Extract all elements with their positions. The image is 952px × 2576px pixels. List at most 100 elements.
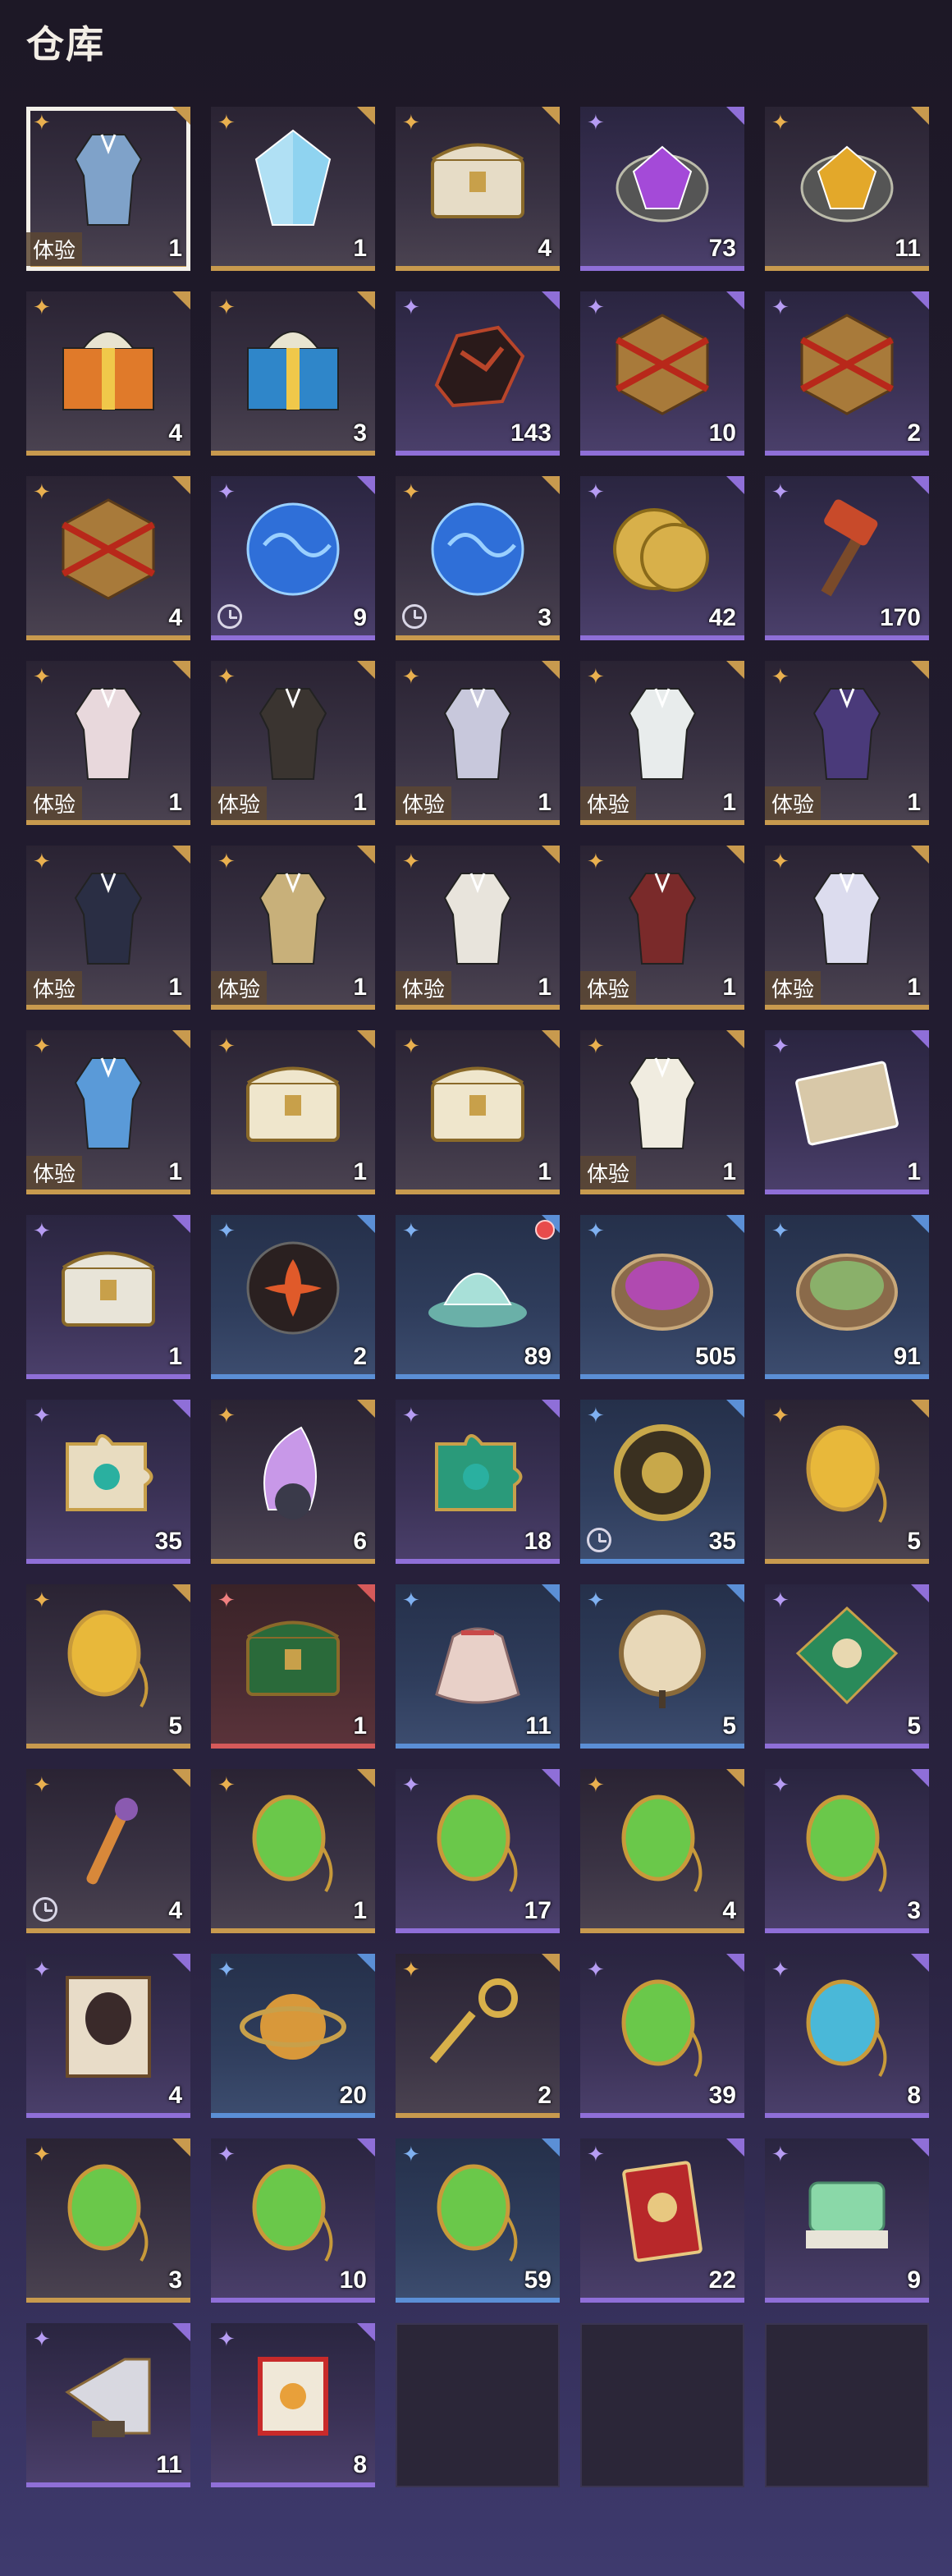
inventory-slot[interactable]: ✦ 11 xyxy=(396,1584,560,1749)
item-count: 39 xyxy=(708,2082,736,2109)
inventory-slot[interactable]: ✦ 1 xyxy=(765,1030,929,1194)
inventory-slot[interactable]: ✦ 3 xyxy=(211,291,375,456)
inventory-slot[interactable]: ✦ 体验 1 xyxy=(396,661,560,825)
inventory-slot[interactable]: ✦ 9 xyxy=(211,476,375,640)
inventory-slot[interactable]: ✦ 体验 1 xyxy=(211,661,375,825)
inventory-slot[interactable]: ✦ 体验 1 xyxy=(580,661,744,825)
item-count: 91 xyxy=(893,1343,921,1370)
inventory-slot[interactable]: ✦ 4 xyxy=(396,107,560,271)
inventory-slot-empty[interactable] xyxy=(396,2323,560,2487)
rarity-star-icon: ✦ xyxy=(33,110,51,135)
key-wand-icon xyxy=(51,1789,166,1895)
pendant-icon xyxy=(605,1973,720,2080)
inventory-slot[interactable]: ✦ 73 xyxy=(580,107,744,271)
inventory-slot[interactable]: ✦ 体验 1 xyxy=(580,846,744,1010)
rarity-corner xyxy=(172,1584,190,1602)
item-count: 3 xyxy=(907,1897,921,1924)
inventory-slot[interactable]: ✦ 4 xyxy=(26,291,190,456)
rarity-star-icon: ✦ xyxy=(33,849,51,873)
item-count: 1 xyxy=(353,974,367,1001)
rarity-star-icon: ✦ xyxy=(587,1218,605,1243)
inventory-slot[interactable]: ✦ 10 xyxy=(580,291,744,456)
inventory-slot[interactable]: ✦ 2 xyxy=(765,291,929,456)
inventory-slot[interactable]: ✦ 2 xyxy=(211,1215,375,1379)
rarity-corner xyxy=(172,1769,190,1787)
inventory-slot[interactable]: ✦ 91 xyxy=(765,1215,929,1379)
rarity-corner xyxy=(726,1954,744,1972)
inventory-slot[interactable]: ✦ 39 xyxy=(580,1954,744,2118)
item-count: 5 xyxy=(907,1528,921,1555)
inventory-slot[interactable]: ✦ 体验 1 xyxy=(765,661,929,825)
clock-icon xyxy=(33,1897,57,1922)
inventory-slot[interactable]: ✦ 1 xyxy=(211,1030,375,1194)
inventory-slot[interactable]: ✦ 42 xyxy=(580,476,744,640)
inventory-slot[interactable]: ✦ 2 xyxy=(396,1954,560,2118)
inventory-slot[interactable]: ✦ 1 xyxy=(26,1215,190,1379)
item-count: 1 xyxy=(168,1158,182,1185)
inventory-slot[interactable]: ✦ 1 xyxy=(211,107,375,271)
rarity-star-icon: ✦ xyxy=(771,1034,790,1058)
inventory-slot[interactable]: ✦ 3 xyxy=(396,476,560,640)
inventory-slot[interactable]: ✦ 4 xyxy=(26,1954,190,2118)
pendant-icon xyxy=(790,1789,904,1895)
inventory-slot[interactable]: ✦ 1 xyxy=(211,1769,375,1933)
inventory-slot[interactable]: ✦ 9 xyxy=(765,2138,929,2303)
inventory-slot-empty[interactable] xyxy=(765,2323,929,2487)
inventory-slot[interactable]: ✦ 3 xyxy=(26,2138,190,2303)
inventory-slot[interactable]: ✦ 11 xyxy=(765,107,929,271)
item-count: 17 xyxy=(524,1897,552,1924)
item-count: 11 xyxy=(525,1712,552,1739)
inventory-slot[interactable]: ✦ 35 xyxy=(580,1400,744,1564)
rarity-corner xyxy=(911,1215,929,1233)
inventory-slot[interactable]: ✦ 17 xyxy=(396,1769,560,1933)
inventory-slot[interactable]: ✦ 5 xyxy=(26,1584,190,1749)
inventory-slot[interactable]: ✦ 4 xyxy=(26,476,190,640)
inventory-slot[interactable]: ✦ 11 xyxy=(26,2323,190,2487)
rarity-star-icon: ✦ xyxy=(771,2142,790,2166)
inventory-slot[interactable]: ✦ 89 xyxy=(396,1215,560,1379)
inventory-slot[interactable]: ✦ 3 xyxy=(765,1769,929,1933)
item-count: 1 xyxy=(722,1158,736,1185)
inventory-slot[interactable]: ✦ 体验 1 xyxy=(396,846,560,1010)
inventory-slot[interactable]: ✦ 20 xyxy=(211,1954,375,2118)
inventory-slot[interactable]: ✦ 10 xyxy=(211,2138,375,2303)
inventory-slot[interactable]: ✦ 体验 1 xyxy=(765,846,929,1010)
inventory-slot[interactable]: ✦ 6 xyxy=(211,1400,375,1564)
inventory-slot[interactable]: ✦ 8 xyxy=(211,2323,375,2487)
inventory-slot[interactable]: ✦ 8 xyxy=(765,1954,929,2118)
inventory-slot[interactable]: ✦ 35 xyxy=(26,1400,190,1564)
inventory-slot[interactable]: ✦ 22 xyxy=(580,2138,744,2303)
inventory-slot[interactable]: ✦ 体验 1 xyxy=(26,661,190,825)
inventory-slot[interactable]: ✦ 505 xyxy=(580,1215,744,1379)
item-count: 1 xyxy=(168,235,182,262)
inventory-slot[interactable]: ✦ 59 xyxy=(396,2138,560,2303)
inventory-slot[interactable]: ✦ 5 xyxy=(765,1400,929,1564)
inventory-slot[interactable]: ✦ 体验 1 xyxy=(211,846,375,1010)
dice-box-icon xyxy=(51,496,166,603)
inventory-slot[interactable]: ✦ 4 xyxy=(26,1769,190,1933)
costume-icon xyxy=(51,681,166,787)
inventory-slot[interactable]: ✦ 4 xyxy=(580,1769,744,1933)
trial-badge: 体验 xyxy=(26,786,83,820)
inventory-slot[interactable]: ✦ 体验 1 xyxy=(26,1030,190,1194)
inventory-slot[interactable]: ✦ 1 xyxy=(211,1584,375,1749)
rarity-star-icon: ✦ xyxy=(33,295,51,319)
trial-badge: 体验 xyxy=(26,971,83,1005)
item-count: 1 xyxy=(538,789,552,816)
inventory-slot[interactable]: ✦ 5 xyxy=(580,1584,744,1749)
inventory-slot[interactable]: ✦ 体验 1 xyxy=(26,107,190,271)
inventory-slot[interactable]: ✦ 1 xyxy=(396,1030,560,1194)
rarity-corner xyxy=(542,1400,560,1418)
inventory-slot[interactable]: ✦ 170 xyxy=(765,476,929,640)
inventory-slot[interactable]: ✦ 体验 1 xyxy=(26,846,190,1010)
costume-icon xyxy=(790,865,904,972)
rarity-corner xyxy=(726,1769,744,1787)
rarity-corner xyxy=(357,1954,375,1972)
rarity-corner xyxy=(726,476,744,494)
rarity-star-icon: ✦ xyxy=(587,1957,605,1982)
inventory-slot[interactable]: ✦ 143 xyxy=(396,291,560,456)
inventory-slot[interactable]: ✦ 18 xyxy=(396,1400,560,1564)
inventory-slot[interactable]: ✦ 体验 1 xyxy=(580,1030,744,1194)
inventory-slot[interactable]: ✦ 5 xyxy=(765,1584,929,1749)
inventory-slot-empty[interactable] xyxy=(580,2323,744,2487)
